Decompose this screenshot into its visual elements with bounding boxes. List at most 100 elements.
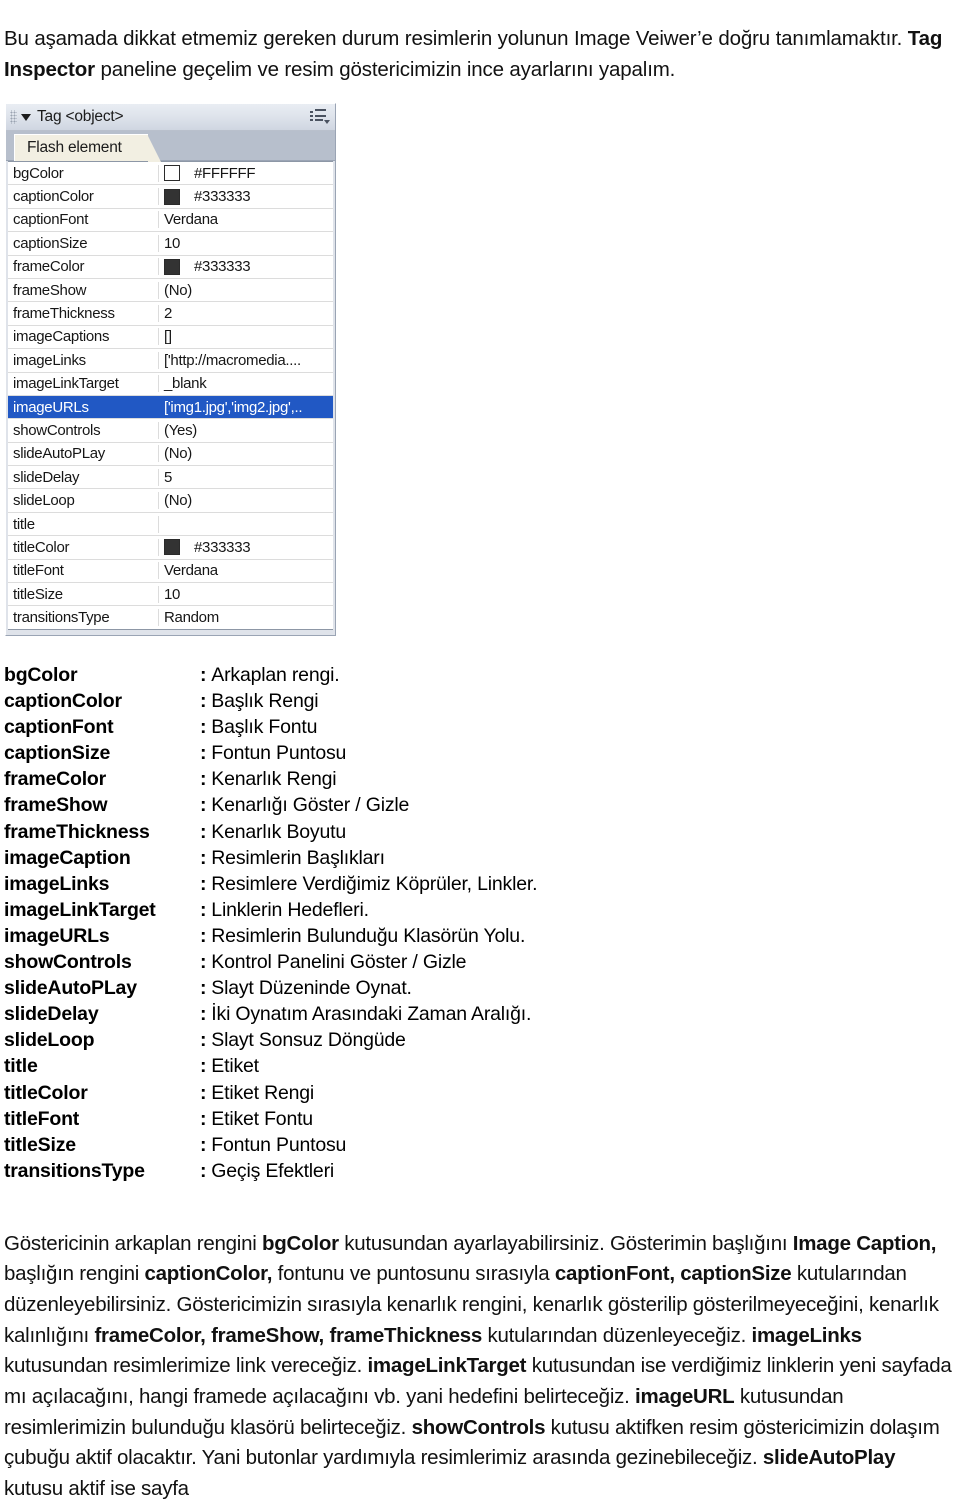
property-value-cell[interactable]: #333333 bbox=[159, 188, 333, 205]
definition-description: Kontrol Panelini Göster / Gizle bbox=[211, 951, 467, 974]
property-row[interactable]: captionSize 10 bbox=[8, 232, 333, 256]
color-swatch-icon[interactable] bbox=[164, 258, 180, 275]
definition-separator: : bbox=[200, 872, 207, 895]
property-value-cell[interactable]: [] bbox=[159, 328, 333, 345]
property-row[interactable]: bgColor #FFFFFF bbox=[8, 162, 333, 186]
definition-separator: : bbox=[200, 1133, 207, 1156]
definition-row: captionColor: Başlık Rengi bbox=[4, 688, 960, 714]
property-value-text: Verdana bbox=[164, 211, 218, 229]
outro-s1: Göstericinin arkaplan rengini bbox=[4, 1231, 262, 1255]
property-value-cell[interactable]: (No) bbox=[159, 445, 333, 462]
property-value-cell[interactable]: 10 bbox=[159, 586, 333, 603]
property-value-cell[interactable]: #FFFFFF bbox=[159, 165, 333, 182]
property-row[interactable]: frameColor #333333 bbox=[8, 256, 333, 279]
property-value-cell[interactable]: #333333 bbox=[159, 539, 333, 556]
property-value-text: 10 bbox=[164, 234, 181, 252]
property-row[interactable]: titleColor #333333 bbox=[8, 536, 333, 560]
property-row[interactable]: slideDelay 5 bbox=[8, 466, 333, 490]
property-row[interactable]: transitionsType Random bbox=[8, 606, 333, 628]
property-value-cell[interactable]: 5 bbox=[159, 469, 333, 486]
property-value-cell[interactable]: ['http://macromedia.... bbox=[159, 352, 333, 369]
property-name: transitionsType bbox=[8, 609, 159, 627]
property-value-cell[interactable]: (No) bbox=[159, 282, 333, 299]
color-swatch-icon[interactable] bbox=[164, 188, 180, 205]
property-row[interactable]: captionColor #333333 bbox=[8, 185, 333, 209]
property-value-text: (Yes) bbox=[164, 421, 197, 439]
property-name: titleSize bbox=[8, 585, 159, 603]
definition-description: Kenarlık Boyutu bbox=[211, 820, 346, 843]
triangle-down-icon[interactable] bbox=[21, 113, 31, 121]
property-name: imageLinks bbox=[8, 351, 159, 369]
property-value-cell[interactable]: 10 bbox=[159, 235, 333, 252]
property-value-cell[interactable]: (Yes) bbox=[159, 422, 333, 439]
property-value-cell[interactable]: (No) bbox=[159, 492, 333, 509]
property-name: imageCaptions bbox=[8, 328, 159, 346]
definition-row: imageLinks: Resimlere Verdiğimiz Köprüler… bbox=[4, 871, 960, 897]
property-name: slideDelay bbox=[8, 468, 159, 486]
definition-description: Etiket bbox=[211, 1055, 259, 1078]
definition-separator: : bbox=[200, 664, 207, 686]
property-name: captionSize bbox=[8, 234, 159, 252]
definition-description: Etiket Fontu bbox=[211, 1107, 313, 1130]
property-row[interactable]: captionFont Verdana bbox=[8, 209, 333, 233]
property-value-cell[interactable]: Random bbox=[159, 609, 333, 626]
property-row[interactable]: titleSize 10 bbox=[8, 583, 333, 607]
definition-description: Fontun Puntosu bbox=[211, 1133, 347, 1156]
property-row[interactable]: imageCaptions [] bbox=[8, 326, 333, 350]
outro-b10: slideAutoPlay bbox=[762, 1446, 896, 1470]
property-value-cell[interactable]: _blank bbox=[159, 375, 333, 392]
property-row[interactable]: frameShow (No) bbox=[8, 279, 333, 303]
definition-description: Slayt Sonsuz Döngüde bbox=[211, 1029, 406, 1052]
definition-row: captionSize: Fontun Puntosu bbox=[4, 740, 960, 766]
drag-grip-icon[interactable] bbox=[10, 110, 17, 124]
property-value-cell[interactable]: Verdana bbox=[159, 562, 333, 579]
property-row[interactable]: showControls (Yes) bbox=[8, 419, 333, 443]
property-value-text: Verdana bbox=[164, 562, 218, 580]
property-value-cell[interactable]: ['img1.jpg','img2.jpg',.. bbox=[159, 399, 333, 416]
property-value-text: #333333 bbox=[194, 538, 251, 556]
definition-description: Başlık Fontu bbox=[211, 716, 318, 739]
property-name: titleFont bbox=[8, 562, 159, 580]
definition-term: slideLoop bbox=[4, 1029, 95, 1052]
property-row[interactable]: imageLinks ['http://macromedia.... bbox=[8, 349, 333, 373]
definition-separator: : bbox=[200, 742, 207, 765]
property-row[interactable]: imageURLs ['img1.jpg','img2.jpg',.. bbox=[8, 395, 333, 420]
definition-row: slideDelay: İki Oynatım Arasındaki Zaman … bbox=[4, 1001, 960, 1027]
property-row[interactable]: slideLoop (No) bbox=[8, 489, 333, 513]
property-name: bgColor bbox=[8, 164, 159, 182]
definition-description: Resimlerin Bulunduğu Klasörün Yolu. bbox=[211, 924, 526, 947]
property-row[interactable]: titleFont Verdana bbox=[8, 560, 333, 584]
property-value-text: (No) bbox=[164, 445, 192, 463]
property-row[interactable]: imageLinkTarget _blank bbox=[8, 373, 333, 396]
property-value-text: _blank bbox=[164, 375, 207, 393]
property-row[interactable]: frameThickness 2 bbox=[8, 302, 333, 326]
definition-term: transitionsType bbox=[4, 1159, 145, 1182]
color-swatch-icon[interactable] bbox=[164, 165, 180, 182]
property-value-cell[interactable]: #333333 bbox=[159, 258, 333, 275]
definition-row: frameThickness: Kenarlık Boyutu bbox=[4, 819, 960, 845]
definition-row: imageLinkTarget: Linklerin Hedefleri. bbox=[4, 897, 960, 923]
definition-term: slideDelay bbox=[4, 1003, 99, 1026]
outro-b6: imageLinks bbox=[751, 1323, 863, 1347]
property-name: showControls bbox=[8, 421, 159, 439]
panel-options-menu-icon[interactable] bbox=[310, 109, 330, 125]
property-name: captionFont bbox=[8, 211, 159, 229]
definition-row: bgColor: Arkaplan rengi. bbox=[4, 662, 960, 688]
intro-text-part1: Bu aşamada dikkat etmemiz gereken durum … bbox=[4, 26, 908, 50]
definition-term: imageLinkTarget bbox=[4, 898, 156, 921]
definition-separator: : bbox=[200, 1107, 207, 1130]
property-name: slideLoop bbox=[8, 492, 159, 510]
panel-tabstrip: Flash element bbox=[6, 131, 335, 162]
property-row[interactable]: title bbox=[8, 513, 333, 537]
property-row[interactable]: slideAutoPLay (No) bbox=[8, 443, 333, 467]
property-value-cell[interactable]: 2 bbox=[159, 305, 333, 322]
property-name: imageLinkTarget bbox=[8, 375, 159, 393]
property-name: imageURLs bbox=[8, 398, 159, 416]
color-swatch-icon[interactable] bbox=[164, 539, 180, 556]
definition-term: imageLinks bbox=[4, 872, 110, 895]
outro-b3: captionColor, bbox=[144, 1262, 273, 1286]
property-value-cell[interactable]: Verdana bbox=[159, 211, 333, 228]
panel-titlebar[interactable]: Tag <object> bbox=[6, 104, 335, 131]
definition-row: captionFont: Başlık Fontu bbox=[4, 714, 960, 740]
tab-flash-element[interactable]: Flash element bbox=[14, 134, 161, 162]
